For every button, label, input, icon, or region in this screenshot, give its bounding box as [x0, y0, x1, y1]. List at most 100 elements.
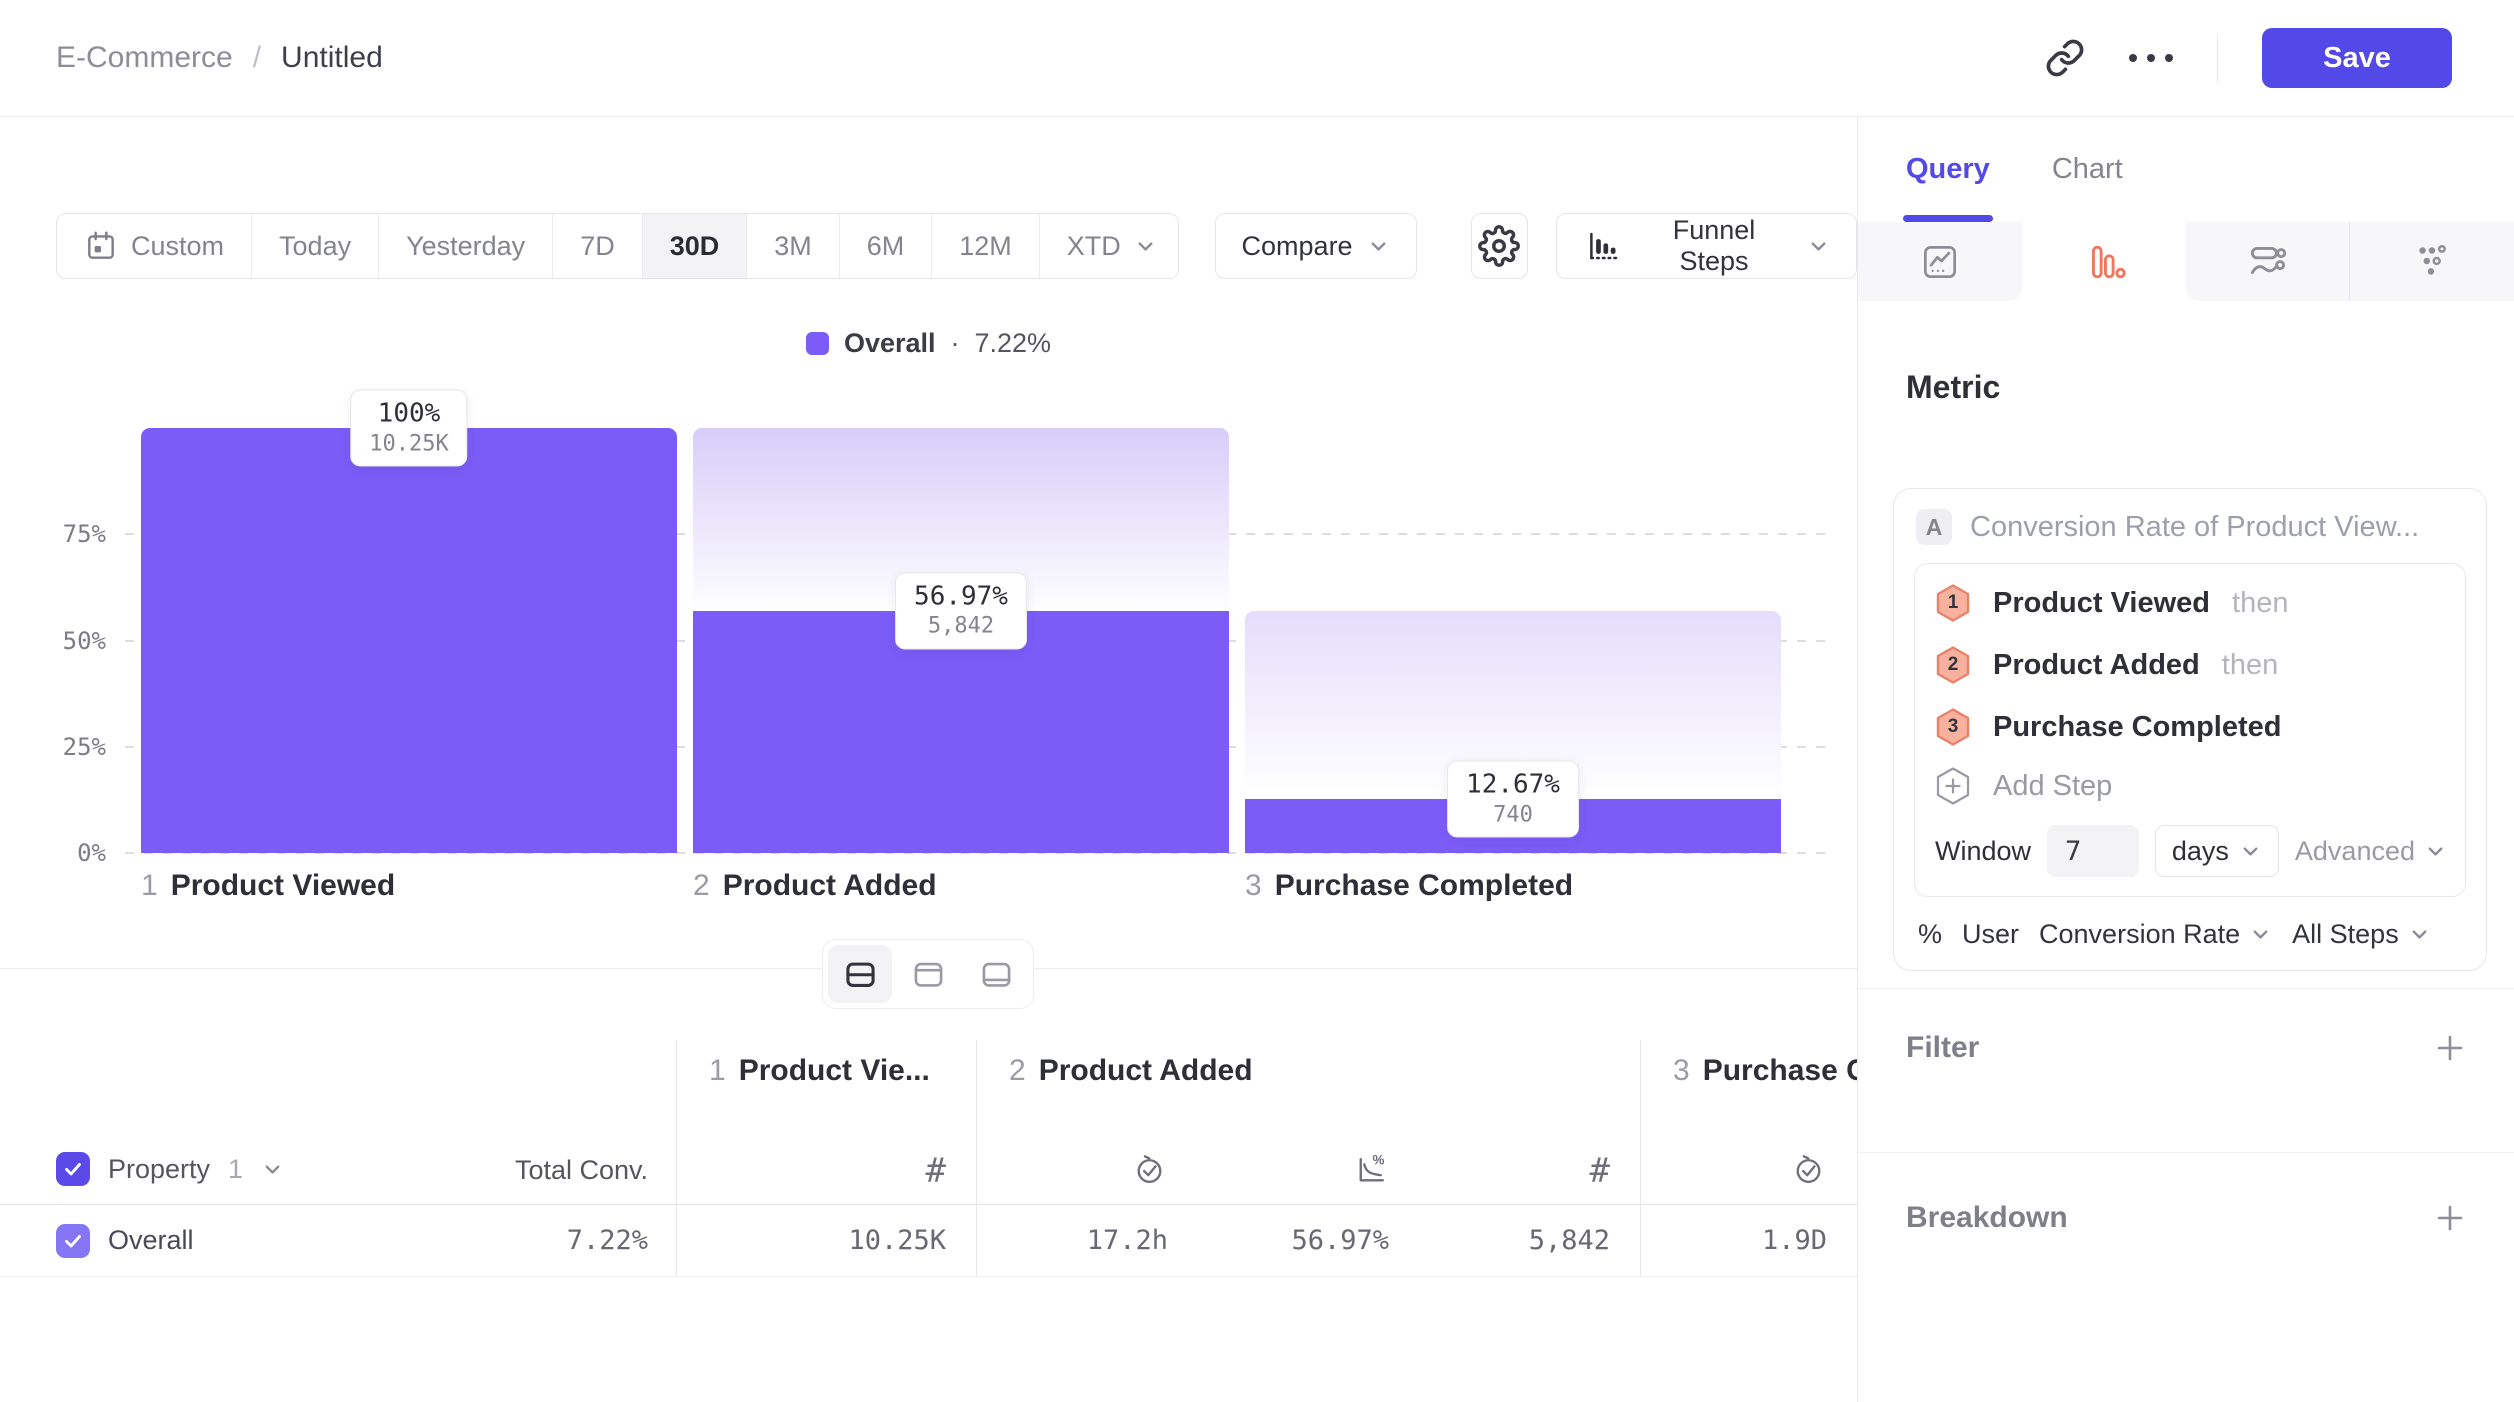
chart-type-selector-button[interactable]: Funnel Steps — [1556, 213, 1857, 279]
gear-icon — [1478, 225, 1520, 267]
table-row[interactable]: 10.25K — [677, 1205, 976, 1277]
y-axis-tick: 75% — [28, 520, 106, 548]
funnel-chart-icon — [1583, 227, 1621, 265]
chevron-down-icon — [2249, 923, 2272, 946]
step-axis-label: 2Product Added — [693, 869, 937, 903]
step-axis-label: 3Purchase Completed — [1245, 869, 1573, 903]
chart-top-view-icon — [911, 957, 946, 992]
add-step-icon — [1935, 766, 1971, 806]
window-label: Window — [1935, 836, 2031, 867]
chart-type-tab-funnel-chart[interactable] — [2022, 222, 2186, 301]
advanced-toggle[interactable]: Advanced — [2295, 836, 2447, 867]
range-12m[interactable]: 12M — [932, 214, 1040, 278]
range-custom[interactable]: Custom — [57, 214, 252, 278]
legend-series-value: 7.22% — [975, 328, 1052, 359]
svg-text:%: % — [1373, 1152, 1385, 1167]
funnel-chart-icon — [2081, 239, 2127, 285]
add-filter-icon[interactable] — [2433, 1031, 2467, 1065]
more-options-icon[interactable] — [2129, 54, 2173, 62]
main-area: CustomTodayYesterday7D30D3M6M12MXTD Comp… — [0, 117, 1857, 1402]
panel-divider — [1858, 988, 2514, 989]
metric-step-3[interactable]: 3Purchase Completed — [1915, 696, 2465, 758]
conversion-rate-icon: % — [1352, 1151, 1389, 1188]
funnel-steps-list: 1Product Viewedthen2Product Addedthen3Pu… — [1915, 572, 2465, 758]
table-bottom-view-button[interactable] — [964, 945, 1028, 1003]
breadcrumb-parent[interactable]: E-Commerce — [56, 41, 233, 75]
measure-metric-select[interactable]: Conversion Rate — [2039, 919, 2272, 950]
range-7d[interactable]: 7D — [553, 214, 643, 278]
row-checkbox[interactable] — [56, 1224, 90, 1258]
select-all-checkbox[interactable] — [56, 1152, 90, 1186]
metric-step-1[interactable]: 1Product Viewedthen — [1915, 572, 2465, 634]
breakdown-section-label: Breakdown — [1906, 1201, 2068, 1235]
table-row[interactable]: Overall 7.22% — [0, 1205, 676, 1277]
property-header-label[interactable]: Property — [108, 1154, 210, 1185]
filter-section: Filter — [1906, 1017, 2467, 1079]
table-cell: 17.2h — [977, 1225, 1198, 1256]
table-cell: 56.97% — [1198, 1225, 1419, 1256]
measure-scope-select[interactable]: All Steps — [2292, 919, 2431, 950]
table-step-column-1: 1Product Vie...#10.25K — [676, 1040, 976, 1277]
add-breakdown-icon[interactable] — [2433, 1201, 2467, 1235]
window-unit-select[interactable]: days — [2155, 825, 2279, 877]
legend-series-name: Overall — [844, 328, 936, 359]
conversion-window-row: Window 7 days Advanced — [1915, 814, 2465, 896]
chevron-down-icon — [2239, 840, 2262, 863]
funnel-steps-card: 1Product Viewedthen2Product Addedthen3Pu… — [1914, 563, 2466, 897]
chart-type-tab-flow-chart[interactable] — [2186, 222, 2350, 301]
funnel-value-badge: 56.97%5,842 — [895, 572, 1027, 649]
measure-entity[interactable]: User — [1962, 919, 2019, 950]
metric-step-2[interactable]: 2Product Addedthen — [1915, 634, 2465, 696]
chevron-down-icon — [1807, 235, 1830, 258]
topbar-divider — [2217, 34, 2218, 82]
panel-divider — [1858, 1152, 2514, 1153]
metric-section-heading: Metric — [1906, 369, 2000, 406]
split-view-button[interactable] — [828, 945, 892, 1003]
topbar-actions: Save — [2045, 28, 2452, 88]
chart-toolbar: CustomTodayYesterday7D30D3M6M12MXTD Comp… — [56, 213, 1857, 279]
table-row[interactable]: 17.2h56.97%5,842 — [977, 1205, 1640, 1277]
table-row[interactable]: 1.9D — [1641, 1205, 1857, 1277]
chevron-down-icon[interactable] — [261, 1158, 284, 1181]
range-today[interactable]: Today — [252, 214, 379, 278]
metric-title-row[interactable]: A Conversion Rate of Product View... — [1914, 505, 2466, 563]
table-step-header: 2Product Added%# — [977, 1040, 1640, 1205]
filter-section-label: Filter — [1906, 1031, 1979, 1065]
chart-top-view-button[interactable] — [896, 945, 960, 1003]
compare-button[interactable]: Compare — [1215, 213, 1417, 279]
chart-legend[interactable]: Overall · 7.22% — [0, 328, 1857, 359]
add-step-button[interactable]: Add Step — [1915, 758, 2465, 814]
breadcrumb: E-Commerce / Untitled — [56, 41, 383, 75]
time-check-icon — [1790, 1151, 1827, 1188]
chart-type-tabs — [1858, 222, 2514, 301]
range-6m[interactable]: 6M — [840, 214, 933, 278]
funnel-bar-1[interactable] — [141, 428, 677, 853]
table-step-header: 1Product Vie...# — [677, 1040, 976, 1205]
chart-settings-button[interactable] — [1471, 213, 1529, 279]
save-button[interactable]: Save — [2262, 28, 2452, 88]
chart-type-tab-line-chart[interactable] — [1858, 222, 2022, 301]
range-30d[interactable]: 30D — [643, 214, 748, 278]
range-yesterday[interactable]: Yesterday — [379, 214, 553, 278]
step-number-badge: 2 — [1935, 645, 1971, 685]
range-xtd[interactable]: XTD — [1040, 214, 1179, 278]
breadcrumb-current[interactable]: Untitled — [281, 41, 383, 75]
table-cell: 1.9D — [1641, 1225, 1857, 1256]
breakdown-section: Breakdown — [1906, 1187, 2467, 1249]
range-3m[interactable]: 3M — [747, 214, 840, 278]
row-total-conversion: 7.22% — [567, 1225, 648, 1256]
metric-label-badge: A — [1916, 509, 1952, 545]
chart-type-tab-scatter-chart[interactable] — [2349, 222, 2514, 301]
time-check-icon — [1131, 1151, 1168, 1188]
top-bar: E-Commerce / Untitled Save — [0, 0, 2514, 117]
query-panel: Query Chart Metric A Conversion Rate of … — [1857, 117, 2514, 1402]
table-step-header: 3Purchase Completed — [1641, 1040, 1857, 1205]
table-step-column-2: 2Product Added%#17.2h56.97%5,842 — [976, 1040, 1640, 1277]
tab-query[interactable]: Query — [1906, 117, 1990, 222]
window-value-input[interactable]: 7 — [2047, 825, 2139, 877]
tab-chart[interactable]: Chart — [2052, 117, 2123, 222]
table-property-column: Property 1 Total Conv. Overall 7.22% — [0, 1040, 676, 1277]
flow-chart-icon — [2244, 239, 2290, 285]
share-link-icon[interactable] — [2045, 38, 2085, 78]
chevron-down-icon — [2408, 923, 2431, 946]
